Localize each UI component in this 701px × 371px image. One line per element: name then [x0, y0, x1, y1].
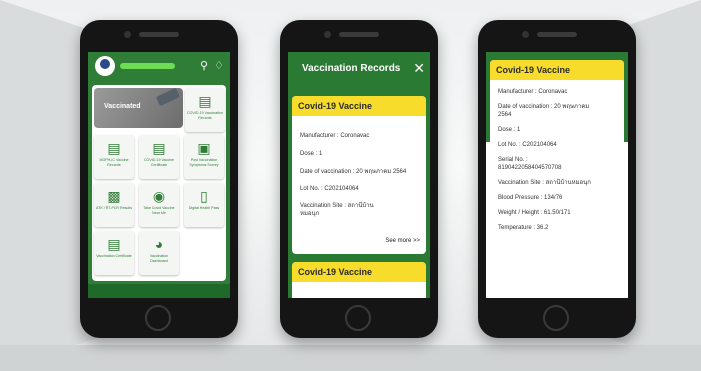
- tile-vaccination-records[interactable]: ▤ COVID-19 Vaccination Records: [185, 88, 225, 132]
- search-icon[interactable]: ⚲: [200, 59, 208, 72]
- lot-text: Lot No. : C202104064: [300, 186, 359, 192]
- dose-text: Dose : 1: [498, 127, 521, 133]
- camera: [324, 31, 331, 38]
- date-text: Date of vaccination : 20 พฤษภาคม 2564: [300, 169, 407, 175]
- tile-dashboard[interactable]: ◕ Vaccination Dashboard: [139, 231, 179, 275]
- close-icon[interactable]: ✕: [413, 60, 425, 77]
- weight-height-text: Weight / Height : 61.50/171: [498, 210, 571, 216]
- dose-text: Dose : 1: [300, 151, 323, 157]
- chart-icon: ▩: [107, 188, 121, 204]
- tile-vaccine-certificate[interactable]: ▤ COVID-19 Vaccine Certificate: [139, 135, 179, 179]
- vaccinated-banner[interactable]: Vaccinated: [94, 87, 183, 128]
- manufacturer-text: Manufacturer : Coronavac: [300, 133, 370, 139]
- speaker: [339, 32, 379, 37]
- site-text: Vaccination Site : สถานีบ้านหมอนุก: [300, 203, 374, 217]
- tile-label: Vaccination Certificate: [96, 254, 132, 258]
- vaccinated-label: Vaccinated: [104, 103, 141, 110]
- card-heading: Covid-19 Vaccine: [490, 60, 624, 80]
- bottom-bar: [88, 284, 230, 298]
- see-more-link[interactable]: See more >>: [385, 238, 420, 244]
- tile-near-me[interactable]: ◉ Take Covid Vaccine Near Me: [139, 183, 179, 227]
- document-icon: ▤: [152, 140, 166, 156]
- phone-home: ⚲ ♢ Vaccinated ▤ COVID-19 Vaccination Re…: [80, 20, 238, 338]
- phone-record-detail: Covid-19 Vaccine Manufacturer : Coronava…: [478, 20, 636, 338]
- speaker: [537, 32, 577, 37]
- home-button[interactable]: [145, 305, 171, 331]
- avatar[interactable]: [95, 56, 115, 76]
- tile-health-pass[interactable]: ▯ Digital Health Pass: [184, 183, 224, 227]
- tile-label: Post Vaccination Symptoms Survey: [189, 158, 219, 167]
- manufacturer-text: Manufacturer : Coronavac: [498, 89, 568, 95]
- tile-certificate[interactable]: ▤ Vaccination Certificate: [94, 231, 134, 275]
- tile-atk-results[interactable]: ▩ ATK / RT-PCR Results: [94, 183, 134, 227]
- syringe-icon: [155, 87, 181, 107]
- detail-screen: Covid-19 Vaccine Manufacturer : Coronava…: [486, 52, 628, 298]
- tile-label: Vaccination Dashboard: [149, 254, 169, 263]
- records-header: Vaccination Records ✕: [288, 52, 430, 86]
- tile-label: ATK / RT-PCR Results: [96, 206, 133, 210]
- phone-records-list: Vaccination Records ✕ Covid-19 Vaccine M…: [280, 20, 438, 338]
- camera: [522, 31, 529, 38]
- home-button[interactable]: [543, 305, 569, 331]
- site-text: Vaccination Site : สถานีบ้านหมอนุก: [498, 180, 591, 186]
- document-icon: ▤: [107, 236, 121, 252]
- tile-label: Take Covid Vaccine Near Me: [143, 206, 175, 215]
- phone-icon: ▯: [200, 188, 208, 204]
- tile-label: MOPH-IC Vaccine Records: [99, 158, 129, 167]
- card-heading: Covid-19 Vaccine: [292, 262, 426, 282]
- home-button[interactable]: [345, 305, 371, 331]
- vaccine-card[interactable]: Covid-19 Vaccine Manufacturer : Coronava…: [292, 96, 426, 254]
- tile-symptoms-survey[interactable]: ▣ Post Vaccination Symptoms Survey: [184, 135, 224, 179]
- menu-panel: Vaccinated ▤ COVID-19 Vaccination Record…: [92, 85, 226, 281]
- lot-text: Lot No. : C202104064: [498, 142, 557, 148]
- dashboard-icon: ◕: [154, 236, 164, 252]
- date-text: Date of vaccination : 20 พฤษภาคม 2564: [498, 104, 590, 118]
- tile-label: COVID-19 Vaccine Certificate: [143, 158, 175, 167]
- records-screen: Vaccination Records ✕ Covid-19 Vaccine M…: [288, 52, 430, 298]
- home-screen: ⚲ ♢ Vaccinated ▤ COVID-19 Vaccination Re…: [88, 52, 230, 298]
- blood-pressure-text: Blood Pressure : 134/76: [498, 195, 563, 201]
- home-header: ⚲ ♢: [88, 52, 230, 82]
- tile-label: COVID-19 Vaccination Records: [187, 111, 223, 120]
- card-heading: Covid-19 Vaccine: [292, 96, 426, 116]
- camera: [124, 31, 131, 38]
- user-name-bar: [120, 63, 175, 69]
- tile-label: Digital Health Pass: [188, 206, 220, 210]
- tile-moph-records[interactable]: ▤ MOPH-IC Vaccine Records: [94, 135, 134, 179]
- document-icon: ▤: [107, 140, 121, 156]
- page-title: Vaccination Records: [302, 63, 401, 74]
- location-icon: ◉: [152, 188, 166, 204]
- document-icon: ▤: [198, 93, 212, 109]
- clipboard-icon: ▣: [197, 140, 211, 156]
- serial-text: Serial No. : 8190422058404570708: [498, 157, 562, 171]
- temperature-text: Temperature : 36.2: [498, 225, 549, 231]
- vaccine-detail-card: Covid-19 Vaccine Manufacturer : Coronava…: [490, 60, 624, 298]
- speaker: [139, 32, 179, 37]
- vaccine-card-2[interactable]: Covid-19 Vaccine: [292, 262, 426, 298]
- bell-icon[interactable]: ♢: [214, 59, 224, 72]
